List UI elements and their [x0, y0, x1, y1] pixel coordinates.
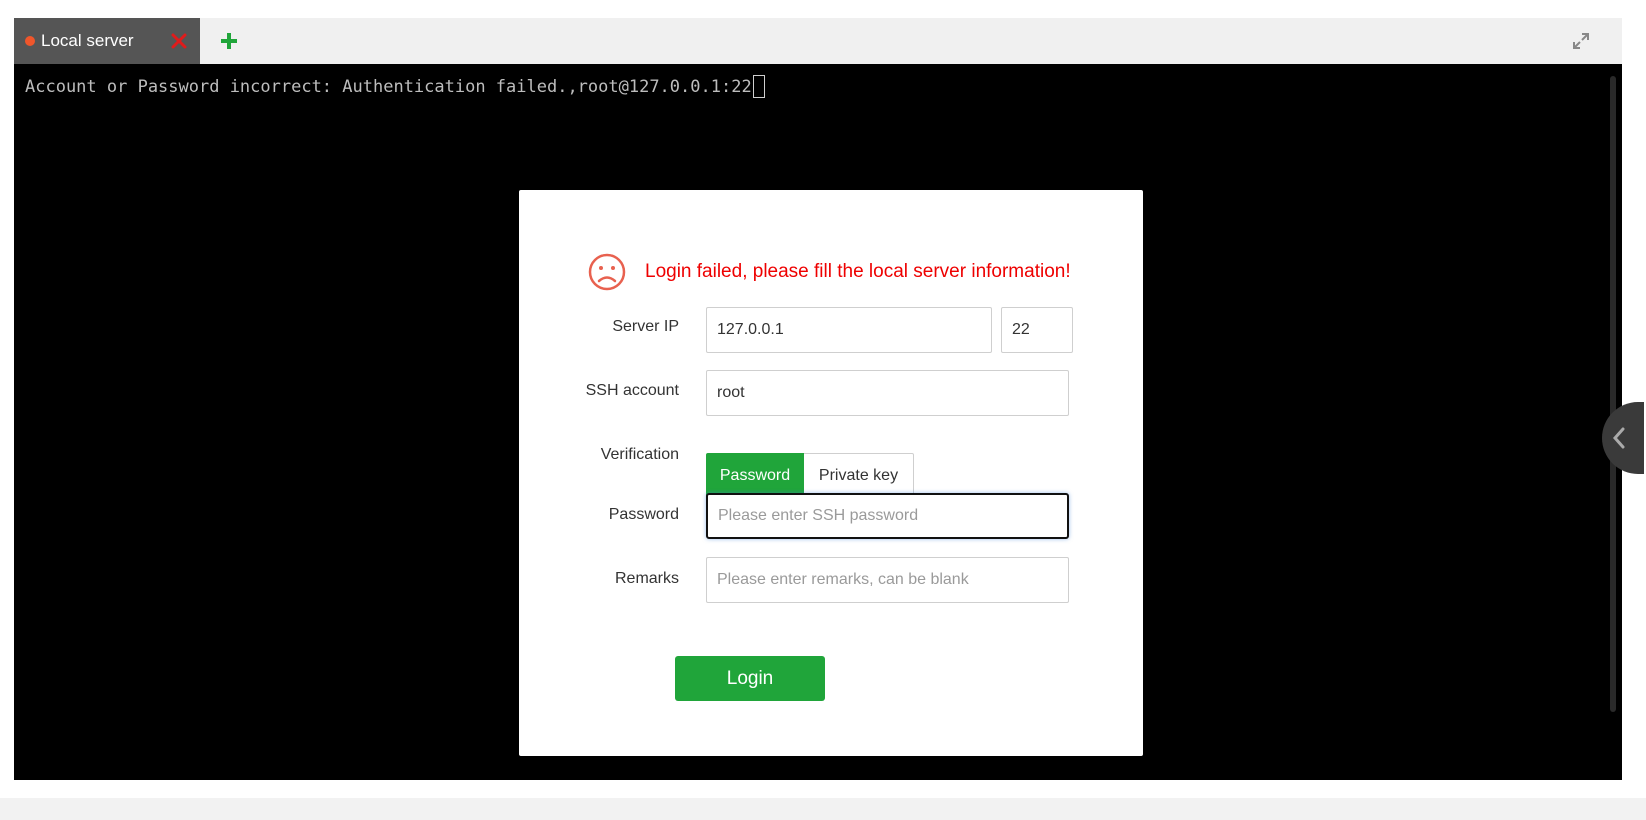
tab-local-server[interactable]: Local server — [14, 18, 200, 64]
tab-label: Local server — [41, 31, 134, 50]
remarks-input[interactable] — [706, 557, 1069, 603]
remarks-label: Remarks — [614, 570, 679, 587]
terminal-output-line: Account or Password incorrect: Authentic… — [25, 75, 765, 98]
server-ip-input[interactable] — [706, 307, 992, 353]
close-tab-button[interactable] — [164, 26, 194, 56]
ssh-account-input[interactable] — [706, 370, 1069, 416]
password-label: Password — [608, 506, 679, 523]
tab-bar: Local server — [14, 18, 1622, 64]
verification-label: Verification — [600, 446, 679, 463]
verification-toggle: Password Private key — [706, 453, 914, 498]
terminal-message: Account or Password incorrect: Authentic… — [25, 76, 752, 97]
server-port-input[interactable] — [1001, 307, 1073, 353]
terminal-scrollbar[interactable] — [1610, 76, 1616, 712]
terminal-app: Local server Account or Password incorre… — [14, 18, 1644, 780]
login-dialog: Login failed, please fill the local serv… — [519, 190, 1143, 756]
terminal-cursor — [752, 75, 765, 98]
verification-password-button[interactable]: Password — [706, 453, 804, 498]
ssh-account-label: SSH account — [585, 382, 679, 399]
chevron-left-icon — [1612, 427, 1625, 449]
status-dot-icon — [25, 36, 35, 46]
close-icon — [171, 33, 187, 49]
error-banner: Login failed, please fill the local serv… — [588, 253, 1071, 291]
plus-icon — [221, 33, 237, 49]
add-tab-button[interactable] — [214, 26, 244, 56]
password-input[interactable] — [706, 493, 1069, 539]
server-ip-label: Server IP — [612, 318, 679, 335]
expand-icon — [1573, 33, 1589, 49]
page-footer-bar — [0, 798, 1646, 820]
verification-private-key-button[interactable]: Private key — [804, 453, 914, 498]
login-button[interactable]: Login — [675, 656, 825, 701]
error-message: Login failed, please fill the local serv… — [645, 261, 1071, 282]
fullscreen-button[interactable] — [1568, 28, 1594, 54]
sad-face-icon — [588, 253, 626, 291]
